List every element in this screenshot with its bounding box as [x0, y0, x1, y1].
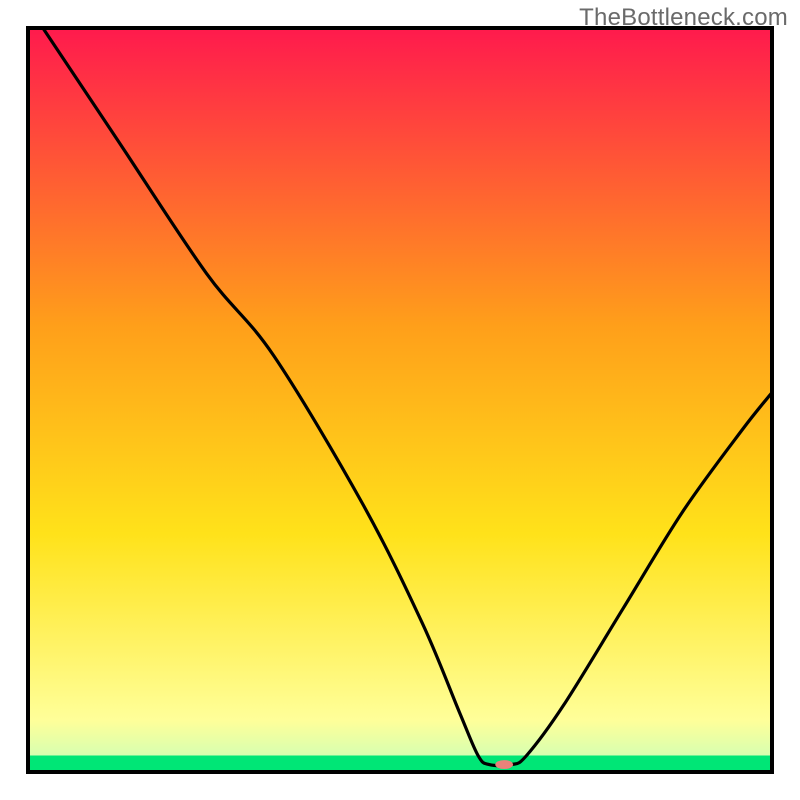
- watermark-text: TheBottleneck.com: [579, 4, 788, 32]
- optimal-marker: [495, 760, 513, 769]
- plot-background: [28, 28, 772, 772]
- chart-frame: TheBottleneck.com: [0, 0, 800, 800]
- bottleneck-plot: [0, 0, 800, 800]
